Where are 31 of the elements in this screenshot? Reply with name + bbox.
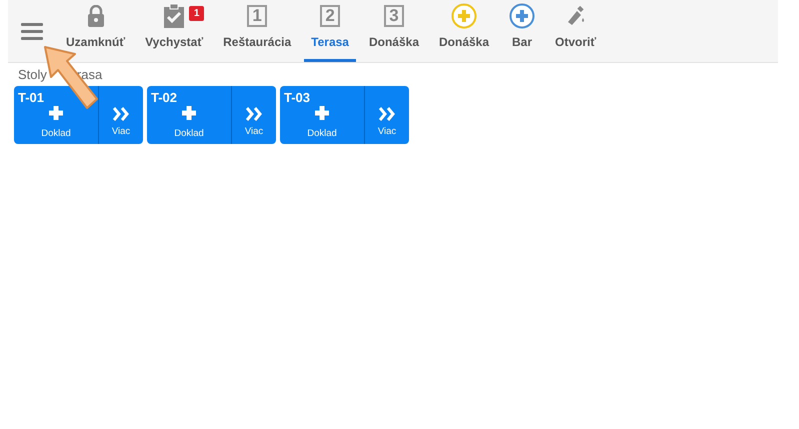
- double-chevron-icon: [379, 106, 395, 121]
- clipboard-check-icon: [163, 4, 186, 28]
- caption-text: Stoly: [18, 66, 47, 84]
- toolbar-tab[interactable]: Uzamknúť: [59, 0, 132, 62]
- lock-icon: [86, 5, 105, 27]
- table-name: T-02: [151, 89, 178, 107]
- toolbar-tab[interactable]: Donáška: [432, 0, 496, 62]
- table-card[interactable]: T-03 Doklad Viac: [280, 86, 409, 144]
- double-chevron-icon: [113, 106, 129, 121]
- number-icon: 1: [247, 5, 268, 27]
- more-button[interactable]: Viac: [232, 86, 276, 144]
- plus-icon: [49, 106, 63, 120]
- notification-badge: 1: [189, 6, 204, 21]
- toolbar-tab[interactable]: Vychystať 1: [138, 0, 210, 62]
- plus-icon: [315, 106, 329, 120]
- number-icon: 2: [320, 5, 340, 27]
- table-card[interactable]: T-01 Doklad Viac: [14, 86, 143, 144]
- menu-icon: [21, 22, 43, 40]
- toolbar-tab[interactable]: Otvoriť: [548, 0, 604, 62]
- table-name: T-03: [284, 89, 310, 107]
- more-button[interactable]: Viac: [365, 86, 409, 144]
- toolbar-tab[interactable]: 1 Reštaurácia: [216, 0, 298, 62]
- table-card[interactable]: T-02 Doklad Viac: [147, 86, 276, 144]
- number-icon: 3: [384, 5, 404, 27]
- double-chevron-icon: [246, 106, 262, 121]
- plus-icon: [182, 106, 196, 120]
- toolbar-tab[interactable]: 2 Terasa: [304, 0, 356, 62]
- table-name: T-01: [18, 89, 44, 107]
- more-button[interactable]: Viac: [99, 86, 143, 144]
- toolbar-tab[interactable]: Bar: [502, 0, 542, 62]
- toolbar-tab[interactable]: 3 Donáška: [362, 0, 426, 62]
